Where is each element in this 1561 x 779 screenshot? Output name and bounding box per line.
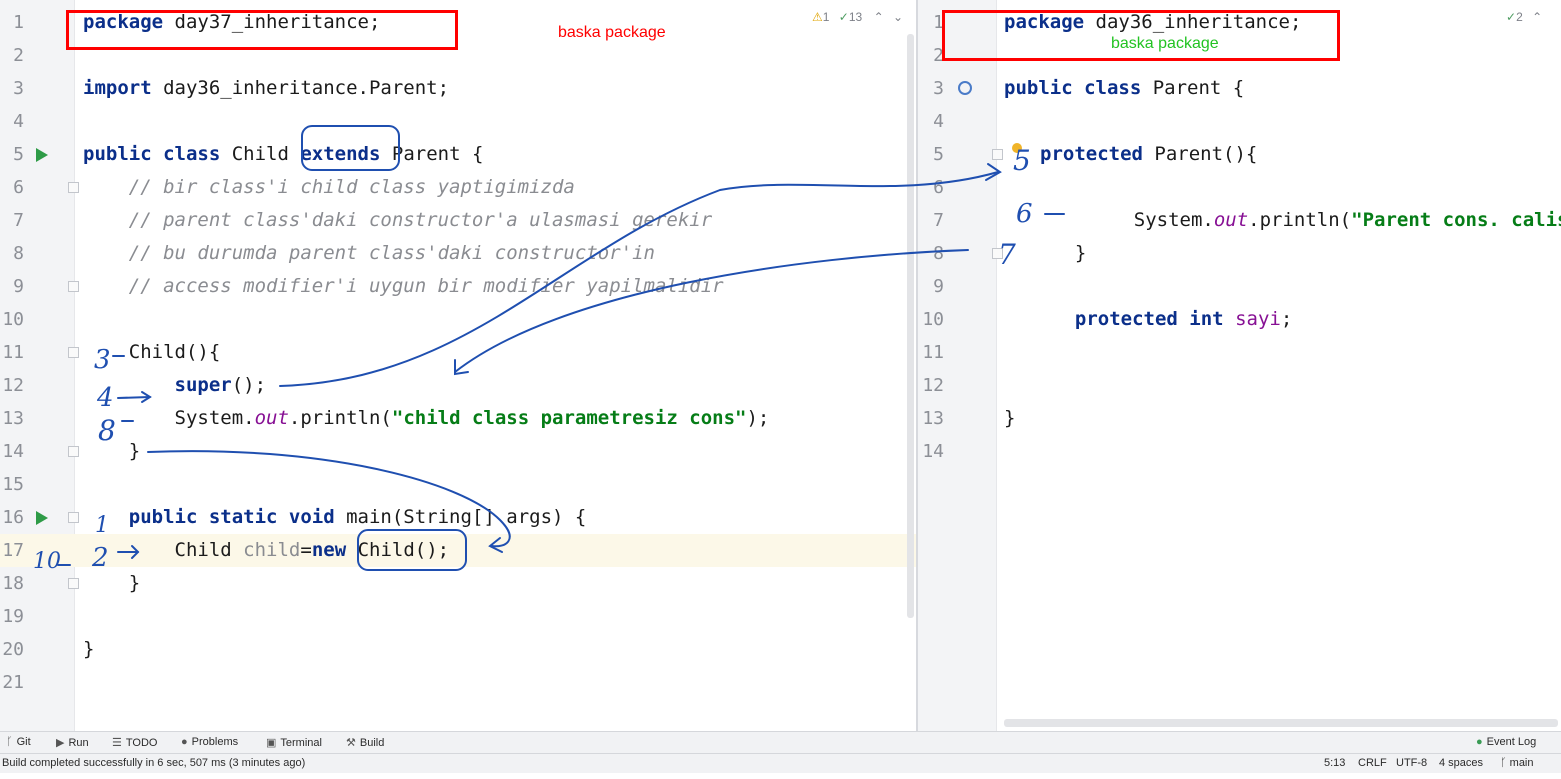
note-3: 3 [94,345,111,375]
hammer-icon: ⚒ [346,737,356,749]
run-icon: ▶ [56,737,65,749]
arrow-super-to-parent [279,171,999,387]
problems-icon: ● [181,736,188,748]
list-icon: ☰ [112,737,122,749]
handwritten-annotations: 1 2 3 4 5 6 7 8 10 [33,125,1065,574]
problems-tool-button[interactable]: ● Problems [181,736,238,748]
note-7: 7 [998,238,1016,271]
arrow-parent-return [454,249,969,373]
arrow-child-end [147,450,511,548]
todo-tool-button[interactable]: ☰ TODO [112,736,157,749]
run-tool-button[interactable]: ▶ Run [56,736,89,749]
event-log-button[interactable]: ● Event Log [1476,736,1536,748]
extends-circle [301,125,400,171]
note-10: 10 [33,549,61,574]
note-2: 2 [91,543,109,573]
status-bar: Build completed successfully in 6 sec, 5… [0,753,1561,774]
caret-position[interactable]: 5:13 [1324,757,1345,769]
indent-setting[interactable]: 4 spaces [1439,757,1483,769]
event-log-icon: ● [1476,736,1483,748]
build-tool-button[interactable]: ⚒ Build [346,736,384,749]
note-5: 5 [1013,144,1031,177]
git-tool-button[interactable]: ᚴ Git [6,736,31,748]
bottom-strip [0,773,1561,779]
terminal-icon: ▣ [266,737,277,749]
branch-icon: ᚴ [6,736,13,748]
branch-icon: ᚴ [1500,757,1510,769]
tool-window-bar: ᚴ Git ▶ Run ☰ TODO ● Problems ▣ Terminal ⚒ Bui… [0,731,1561,754]
new-child-circle [357,529,467,571]
note-8: 8 [98,414,116,447]
status-message[interactable]: Build completed successfully in 6 sec, 5… [2,757,305,769]
git-branch[interactable]: ᚴ main [1500,757,1534,769]
note-1: 1 [95,513,109,538]
terminal-tool-button[interactable]: ▣ Terminal [266,736,322,749]
file-encoding[interactable]: UTF-8 [1396,757,1427,769]
note-4: 4 [96,383,114,413]
line-separator[interactable]: CRLF [1358,757,1387,769]
note-6: 6 [1016,199,1033,229]
